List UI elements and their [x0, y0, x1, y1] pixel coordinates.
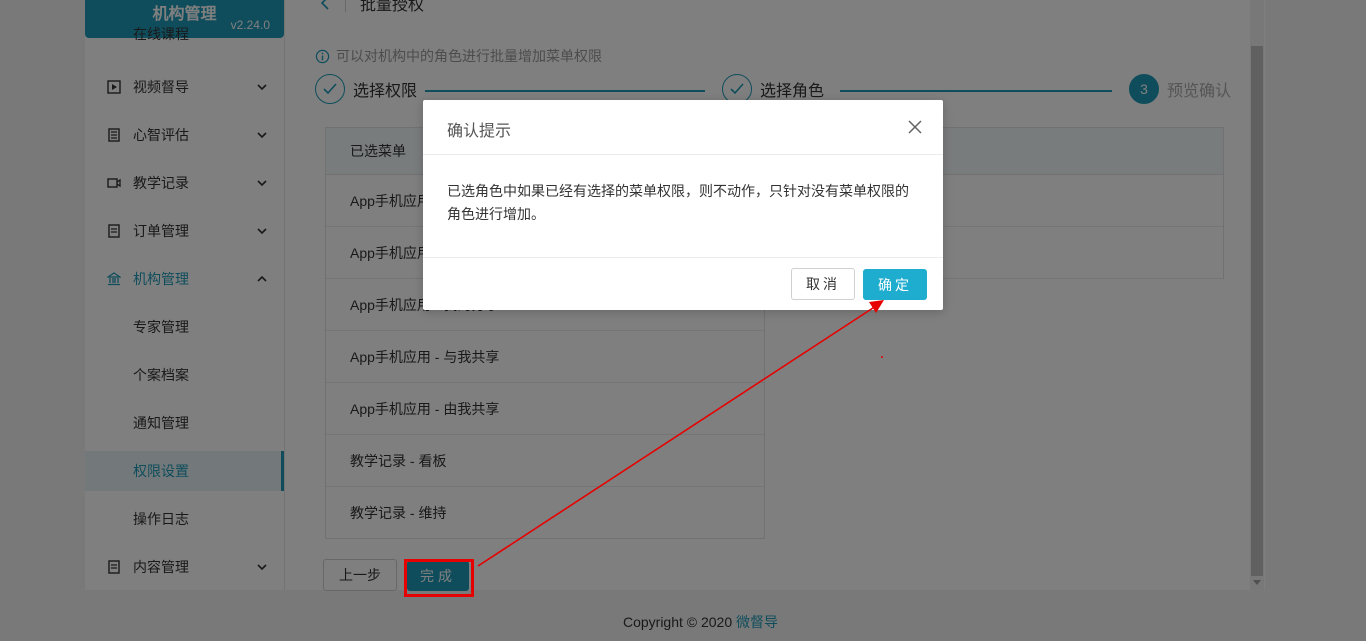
modal-overlay [0, 0, 1366, 641]
close-icon[interactable] [907, 119, 923, 135]
confirm-dialog: 确认提示 已选角色中如果已经有选择的菜单权限，则不动作，只针对没有菜单权限的角色… [423, 100, 943, 310]
cancel-button[interactable]: 取消 [791, 268, 855, 300]
dialog-title: 确认提示 [447, 123, 512, 140]
annotation-highlight-box [404, 559, 474, 597]
dialog-message: 已选角色中如果已经有选择的菜单权限，则不动作，只针对没有菜单权限的角色进行增加。 [447, 183, 909, 222]
dialog-header: 确认提示 [423, 100, 943, 155]
dialog-footer: 取消 确定 [423, 257, 943, 311]
confirm-button[interactable]: 确定 [863, 269, 927, 300]
